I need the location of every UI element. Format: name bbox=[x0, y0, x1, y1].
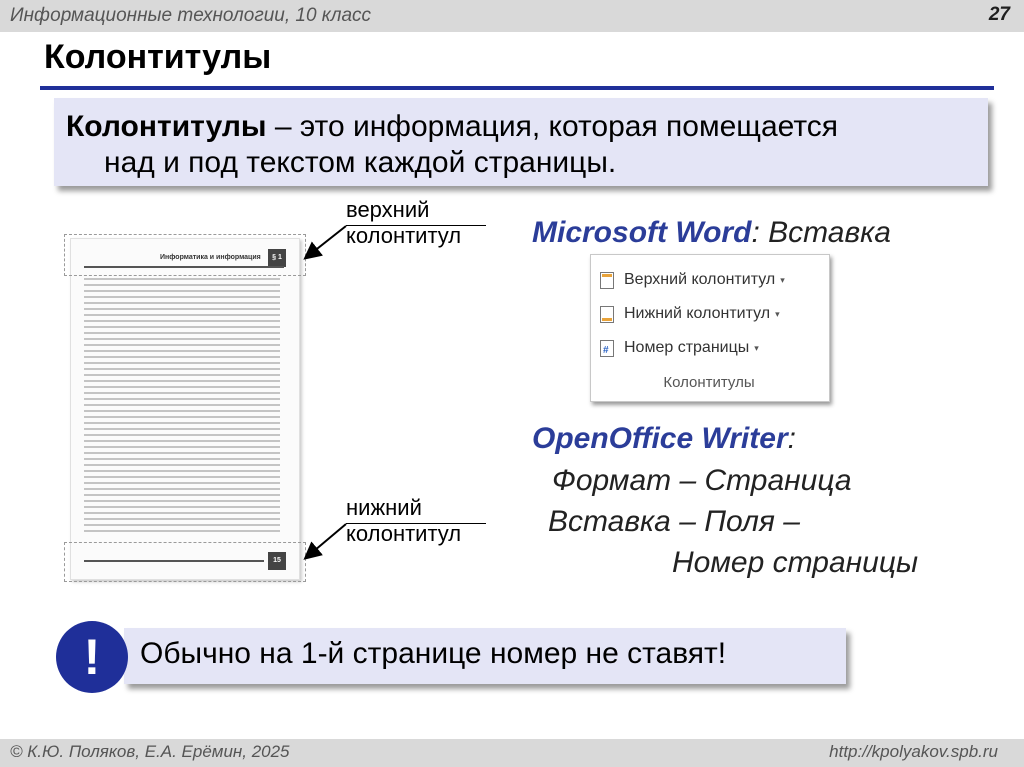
header-callout: верхний колонтитул bbox=[346, 197, 461, 249]
page-text-line bbox=[84, 512, 280, 514]
footer-url[interactable]: http://kpolyakov.spb.ru bbox=[829, 742, 998, 762]
page-text-line bbox=[84, 506, 280, 508]
page-text-line bbox=[84, 422, 280, 424]
svg-text:#: # bbox=[603, 345, 609, 356]
page-text-line bbox=[84, 338, 280, 340]
exclamation-icon: ! bbox=[56, 621, 128, 693]
word-brand: Microsoft Word bbox=[532, 216, 752, 249]
openoffice-path-2: Вставка – Поля – bbox=[548, 505, 800, 538]
footer-zone-outline bbox=[64, 542, 306, 582]
header-doc-icon bbox=[600, 271, 614, 289]
ribbon-page-number-label: Номер страницы bbox=[624, 339, 750, 356]
ribbon-footer-label: Нижний колонтитул bbox=[624, 305, 771, 322]
page-text-line bbox=[84, 320, 280, 322]
page-text-line bbox=[84, 326, 280, 328]
openoffice-colon: : bbox=[787, 422, 796, 455]
slide-number: 27 bbox=[988, 4, 1010, 25]
page-text-line bbox=[84, 434, 280, 436]
page-text-line bbox=[84, 452, 280, 454]
page-text-line bbox=[84, 404, 280, 406]
page-text-line bbox=[84, 470, 280, 472]
page-text-line bbox=[84, 344, 280, 346]
footer-doc-icon bbox=[600, 305, 614, 323]
footer-callout-word2: колонтитул bbox=[346, 521, 462, 546]
chevron-down-icon: ▾ bbox=[754, 342, 759, 353]
page-text-line bbox=[84, 278, 280, 280]
page-text-line bbox=[84, 290, 280, 292]
page-text-line bbox=[84, 314, 280, 316]
page-text-line bbox=[84, 464, 280, 466]
footer-callout: нижний колонтитул bbox=[346, 495, 461, 547]
ribbon-page-number-button[interactable]: # Номер страницы ▾ bbox=[600, 336, 759, 360]
page-text-line bbox=[84, 476, 280, 478]
chevron-down-icon: ▾ bbox=[780, 274, 785, 285]
page-number-icon: # bbox=[600, 339, 614, 357]
page-text-line bbox=[84, 530, 280, 532]
word-heading: Microsoft Word: Вставка bbox=[532, 216, 891, 250]
definition-line-2: над и под текстом каждой страницы. bbox=[104, 146, 617, 179]
ribbon-header-button[interactable]: Верхний колонтитул ▾ bbox=[600, 268, 785, 292]
page-text-line bbox=[84, 500, 280, 502]
page-text-line bbox=[84, 494, 280, 496]
page-text-line bbox=[84, 284, 280, 286]
course-label: Информационные технологии, 10 класс bbox=[10, 5, 372, 26]
ribbon-group-label: Колонтитулы bbox=[663, 374, 755, 391]
note-text: Обычно на 1-й странице номер не ставят! bbox=[140, 637, 727, 670]
page-text-line bbox=[84, 374, 280, 376]
openoffice-path-3: Номер страницы bbox=[672, 546, 919, 579]
ribbon-footer-button[interactable]: Нижний колонтитул ▾ bbox=[600, 302, 780, 326]
page-text-line bbox=[84, 308, 280, 310]
definition-text-1: – это информация, которая помещается bbox=[266, 110, 838, 143]
page-text-line bbox=[84, 332, 280, 334]
page-text-line bbox=[84, 488, 280, 490]
ribbon-header-label: Верхний колонтитул bbox=[624, 271, 776, 288]
page-text-line bbox=[84, 392, 280, 394]
openoffice-brand: OpenOffice Writer bbox=[532, 422, 788, 455]
page-text-line bbox=[84, 524, 280, 526]
openoffice-heading: OpenOffice Writer: bbox=[532, 422, 796, 456]
header-callout-word2: колонтитул bbox=[346, 223, 462, 248]
footer-author: © К.Ю. Поляков, Е.А. Ерёмин, 2025 bbox=[10, 742, 290, 761]
slide-title: Колонтитулы bbox=[44, 38, 272, 76]
page-text-line bbox=[84, 356, 280, 358]
page-text-line bbox=[84, 518, 280, 520]
chevron-down-icon: ▾ bbox=[775, 308, 780, 319]
page-text-line bbox=[84, 482, 280, 484]
page-text-line bbox=[84, 296, 280, 298]
page-text-line bbox=[84, 362, 280, 364]
page-text-line bbox=[84, 302, 280, 304]
page-text-line bbox=[84, 440, 280, 442]
header-callout-word1: верхний bbox=[346, 197, 430, 222]
page-text-line bbox=[84, 458, 280, 460]
page-text-line bbox=[84, 398, 280, 400]
page-text-line bbox=[84, 416, 280, 418]
header-zone-outline bbox=[64, 234, 306, 276]
definition-term: Колонтитулы bbox=[66, 110, 267, 143]
definition-line-1: Колонтитулы – это информация, которая по… bbox=[66, 108, 986, 146]
page-text-line bbox=[84, 368, 280, 370]
openoffice-path-1: Формат – Страница bbox=[552, 464, 852, 497]
page-text-line bbox=[84, 446, 280, 448]
page-text-line bbox=[84, 350, 280, 352]
page-text-line bbox=[84, 386, 280, 388]
title-underline bbox=[40, 86, 994, 90]
footer-callout-word1: нижний bbox=[346, 495, 422, 520]
word-menu-path: : Вставка bbox=[751, 216, 891, 249]
page-text-line bbox=[84, 380, 280, 382]
page-text-line bbox=[84, 410, 280, 412]
page-text-line bbox=[84, 428, 280, 430]
